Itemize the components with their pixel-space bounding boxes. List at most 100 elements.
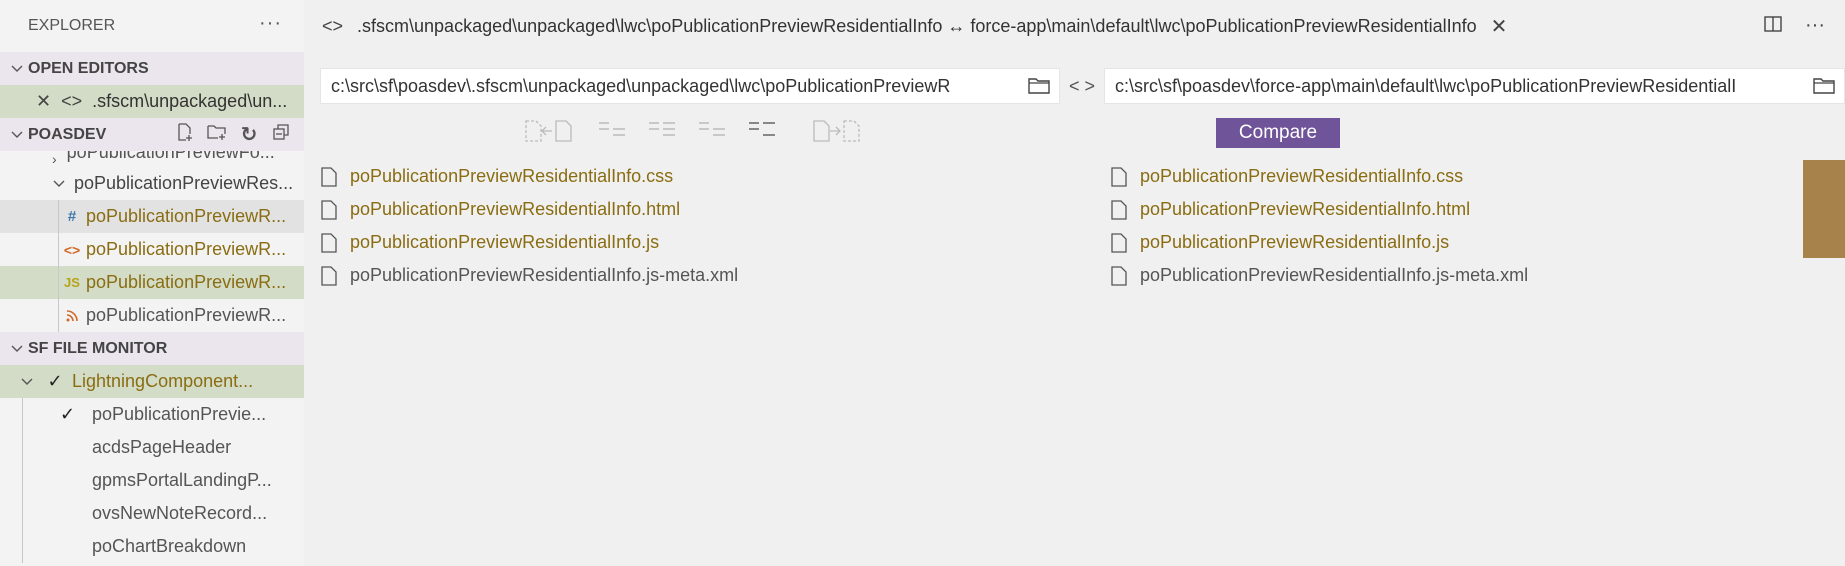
- monitor-item[interactable]: acdsPageHeader: [0, 431, 304, 464]
- split-editor-icon[interactable]: [1763, 14, 1783, 40]
- filter-diff-icon[interactable]: [644, 118, 680, 144]
- file-icon: [1111, 199, 1127, 220]
- file-icon: [1111, 166, 1127, 187]
- chevron-down-icon: [48, 178, 70, 190]
- open-editors-label: OPEN EDITORS: [28, 59, 149, 77]
- file-icon: [1111, 265, 1127, 286]
- monitor-item[interactable]: ovsNewNoteRecord...: [0, 497, 304, 530]
- html-file-icon: <>: [63, 241, 81, 258]
- folder-icon[interactable]: [1804, 76, 1844, 96]
- indent-guide: [22, 398, 23, 431]
- monitor-item-label: ovsNewNoteRecord...: [92, 503, 268, 523]
- list-item[interactable]: poPublicationPreviewResidentialInfo.html: [320, 193, 738, 226]
- sf-file-monitor-label: SF FILE MONITOR: [28, 339, 168, 357]
- list-item[interactable]: poPublicationPreviewResidentialInfo.css: [320, 160, 738, 193]
- open-editors-section[interactable]: OPEN EDITORS: [0, 52, 304, 85]
- tree-file-html[interactable]: <> poPublicationPreviewR...: [0, 233, 304, 266]
- file-name: poPublicationPreviewResidentialInfo.html: [1140, 199, 1471, 219]
- editor-actions: ···: [1763, 14, 1825, 40]
- scrollbar-marker[interactable]: [1803, 160, 1845, 258]
- tree-file-label: poPublicationPreviewR...: [86, 239, 287, 259]
- monitor-group[interactable]: ✓ LightningComponent...: [0, 365, 304, 398]
- list-item[interactable]: poPublicationPreviewResidentialInfo.js: [320, 226, 738, 259]
- right-path-text: c:\src\sf\poasdev\force-app\main\default…: [1115, 75, 1737, 96]
- tree-file-label: poPublicationPreviewR...: [86, 305, 287, 325]
- list-item[interactable]: poPublicationPreviewResidentialInfo.js-m…: [320, 259, 738, 292]
- file-icon: [321, 199, 337, 220]
- indent-guide: [22, 497, 23, 530]
- poasdev-actions: ↻: [174, 122, 304, 147]
- tab-title: .sfscm\unpackaged\unpackaged\lwc\poPubli…: [357, 15, 1477, 36]
- indent-guide: [22, 464, 23, 497]
- filter-left-icon[interactable]: [694, 118, 730, 144]
- right-file-list: poPublicationPreviewResidentialInfo.css …: [1110, 160, 1528, 292]
- file-name: poPublicationPreviewResidentialInfo.js: [1140, 232, 1450, 252]
- tree-file-css[interactable]: # poPublicationPreviewR...: [0, 200, 304, 233]
- rss-icon: [58, 309, 86, 322]
- monitor-item-label: poChartBreakdown: [92, 536, 247, 556]
- code-icon: <>: [322, 15, 344, 36]
- tree-file-xml[interactable]: poPublicationPreviewR...: [0, 299, 304, 332]
- compare-toolbar: [520, 118, 868, 144]
- editor-tab[interactable]: <> .sfscm\unpackaged\unpackaged\lwc\poPu…: [304, 0, 1845, 52]
- collapse-all-icon[interactable]: [270, 122, 292, 147]
- file-name: poPublicationPreviewResidentialInfo.css: [1140, 166, 1464, 186]
- indent-guide: [58, 200, 59, 233]
- monitor-item[interactable]: gpmsPortalLandingP...: [0, 464, 304, 497]
- check-icon: ✓: [47, 371, 63, 391]
- new-folder-icon[interactable]: [206, 122, 228, 147]
- list-item[interactable]: poPublicationPreviewResidentialInfo.html: [1110, 193, 1528, 226]
- folder-icon[interactable]: [1019, 76, 1059, 96]
- file-icon: [321, 166, 337, 187]
- indent-guide: [22, 530, 23, 563]
- monitor-group-label: LightningComponent...: [72, 371, 254, 391]
- compare-button[interactable]: Compare: [1216, 118, 1340, 148]
- monitor-item-label: acdsPageHeader: [92, 437, 232, 457]
- filter-right-icon[interactable]: [744, 118, 780, 144]
- file-icon: [1111, 232, 1127, 253]
- tree-item-partial[interactable]: › poPublicationPreviewFo...: [0, 151, 304, 167]
- monitor-item-label: gpmsPortalLandingP...: [92, 470, 272, 490]
- close-icon[interactable]: ✕: [1491, 14, 1508, 39]
- file-name: poPublicationPreviewResidentialInfo.js: [350, 232, 660, 252]
- left-path-box[interactable]: c:\src\sf\poasdev\.sfscm\unpackaged\unpa…: [320, 68, 1060, 104]
- left-path-text: c:\src\sf\poasdev\.sfscm\unpackaged\unpa…: [331, 75, 951, 96]
- css-file-icon: #: [67, 208, 77, 225]
- swap-icon[interactable]: < >: [1060, 76, 1104, 97]
- monitor-item-label: poPublicationPrevie...: [92, 404, 267, 424]
- monitor-item[interactable]: ✓ poPublicationPrevie...: [0, 398, 304, 431]
- list-item[interactable]: poPublicationPreviewResidentialInfo.css: [1110, 160, 1528, 193]
- indent-guide: [58, 266, 59, 299]
- close-icon[interactable]: ✕: [36, 91, 51, 112]
- more-actions-icon[interactable]: ···: [259, 12, 282, 35]
- left-file-list: poPublicationPreviewResidentialInfo.css …: [320, 160, 738, 292]
- indent-guide: [22, 431, 23, 464]
- copy-to-left-icon[interactable]: [520, 118, 580, 144]
- monitor-item[interactable]: poChartBreakdown: [0, 530, 304, 563]
- chevron-down-icon: [6, 63, 28, 75]
- poasdev-label: POASDEV: [28, 125, 107, 143]
- list-item[interactable]: poPublicationPreviewResidentialInfo.js-m…: [1110, 259, 1528, 292]
- code-file-icon: <>: [61, 91, 83, 111]
- tree-file-label: poPublicationPreviewR...: [86, 206, 287, 226]
- more-actions-icon[interactable]: ···: [1805, 14, 1825, 40]
- new-file-icon[interactable]: [174, 122, 196, 147]
- poasdev-section[interactable]: POASDEV ↻: [0, 118, 304, 151]
- tree-folder[interactable]: poPublicationPreviewRes...: [0, 167, 304, 200]
- list-item[interactable]: poPublicationPreviewResidentialInfo.js: [1110, 226, 1528, 259]
- right-path-box[interactable]: c:\src\sf\poasdev\force-app\main\default…: [1104, 68, 1845, 104]
- tree-folder-label: poPublicationPreviewRes...: [74, 173, 294, 193]
- tree-file-js[interactable]: JS poPublicationPreviewR...: [0, 266, 304, 299]
- file-name: poPublicationPreviewResidentialInfo.js-m…: [350, 265, 739, 285]
- open-editor-label: .sfscm\unpackaged\un...: [92, 91, 288, 111]
- path-bar: c:\src\sf\poasdev\.sfscm\unpackaged\unpa…: [320, 68, 1845, 104]
- file-name: poPublicationPreviewResidentialInfo.html: [350, 199, 681, 219]
- copy-to-right-icon[interactable]: [808, 118, 868, 144]
- open-editor-item[interactable]: ✕ <> .sfscm\unpackaged\un...: [0, 85, 304, 118]
- refresh-icon[interactable]: ↻: [238, 122, 260, 147]
- tree-file-label: poPublicationPreviewR...: [86, 272, 287, 292]
- file-name: poPublicationPreviewResidentialInfo.css: [350, 166, 674, 186]
- filter-equal-icon[interactable]: [594, 118, 630, 144]
- chevron-down-icon: [6, 129, 28, 141]
- sf-file-monitor-section[interactable]: SF FILE MONITOR: [0, 332, 304, 365]
